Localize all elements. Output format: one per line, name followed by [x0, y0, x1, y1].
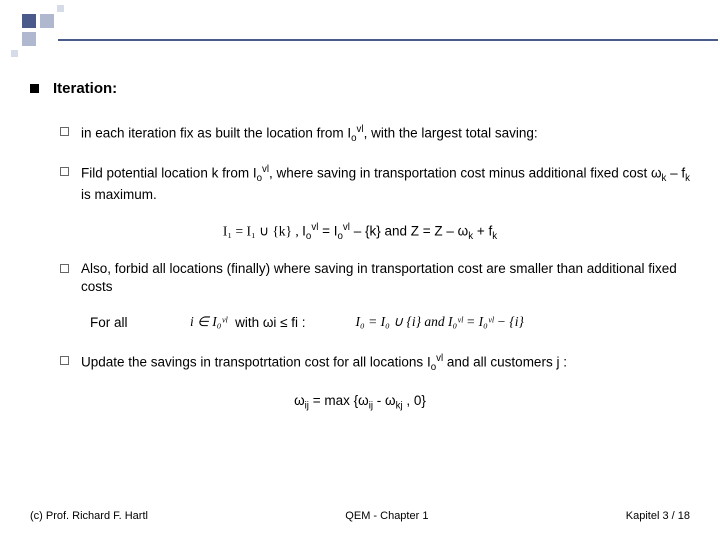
t: Update the savings in transpotrtation co…	[81, 355, 431, 370]
item-3-text: Also, forbid all locations (finally) whe…	[81, 260, 690, 296]
bullet-hollow-icon	[60, 167, 69, 176]
bullet-solid-icon	[30, 84, 39, 93]
forall-mid: with ωi ≤ fi :	[235, 315, 305, 330]
square-light-2	[22, 32, 36, 46]
bullet-hollow-icon	[60, 264, 69, 273]
t: and all customers j :	[443, 355, 567, 370]
heading-row: Iteration:	[30, 80, 690, 97]
slide-content: Iteration: in each iteration fix as buil…	[30, 80, 690, 429]
forall-label: For all	[90, 315, 150, 330]
t: , where saving in transportation cost mi…	[269, 166, 662, 181]
formula-3: ωij = max {ωij - ωkj , 0}	[30, 393, 690, 412]
t: is maximum.	[81, 187, 157, 202]
forall-line: For all i ∈ I₀ᵛˡ with ωi ≤ fi : I₀ = I₀ …	[90, 314, 690, 330]
t: , 0}	[406, 393, 426, 408]
corner-decoration	[0, 0, 130, 50]
footer: (c) Prof. Richard F. Hartl QEM - Chapter…	[30, 510, 690, 522]
sub: k	[492, 231, 497, 242]
t: = I	[322, 223, 337, 238]
item-2: Fild potential location k from Iovl, whe…	[30, 163, 690, 204]
sub: k	[685, 173, 690, 184]
bullet-hollow-icon	[60, 127, 69, 136]
item-2-text: Fild potential location k from Iovl, whe…	[81, 163, 690, 204]
square-tiny-2	[11, 50, 18, 57]
forall-rhs: I₀ = I₀ ∪ {i} and I₀ᵛˡ = I₀ᵛˡ − {i}	[356, 314, 524, 330]
square-light-1	[40, 14, 54, 28]
sup: vl	[311, 222, 318, 233]
footer-left: (c) Prof. Richard F. Hartl	[30, 510, 148, 522]
t: – {k} and Z = Z – ω	[354, 223, 468, 238]
sub: k	[468, 231, 473, 242]
forall-math: i ∈ I₀ᵛˡ	[190, 314, 227, 330]
footer-center: QEM - Chapter 1	[345, 510, 428, 522]
t: Fild potential location k from I	[81, 166, 257, 181]
item-4: Update the savings in transpotrtation co…	[30, 352, 690, 374]
square-dark	[22, 14, 36, 28]
t: + f	[477, 223, 492, 238]
footer-right: Kapitel 3 / 18	[626, 510, 690, 522]
sup: vl	[343, 222, 350, 233]
f1-lhs: I₁ = I₁ ∪ {k} ,	[223, 223, 302, 238]
header-rule	[58, 39, 718, 41]
sub: kj	[396, 400, 403, 411]
square-tiny-1	[57, 5, 64, 12]
t: = max {ω	[313, 393, 369, 408]
sub: ij	[305, 400, 309, 411]
t: in each iteration fix as built the locat…	[81, 126, 351, 141]
sup: vl	[262, 164, 269, 175]
item-3: Also, forbid all locations (finally) whe…	[30, 260, 690, 296]
item-4-text: Update the savings in transpotrtation co…	[81, 352, 567, 374]
bullet-hollow-icon	[60, 356, 69, 365]
t: – f	[666, 166, 685, 181]
item-1: in each iteration fix as built the locat…	[30, 123, 690, 145]
t: - ω	[377, 393, 396, 408]
formula-1: I₁ = I₁ ∪ {k} , Iovl = Iovl – {k} and Z …	[30, 222, 690, 242]
sup: vl	[357, 124, 364, 135]
item-1-text: in each iteration fix as built the locat…	[81, 123, 538, 145]
t: , with the largest total saving:	[364, 126, 538, 141]
heading-text: Iteration:	[53, 80, 117, 97]
t: ω	[294, 393, 305, 408]
sub: ij	[369, 400, 373, 411]
